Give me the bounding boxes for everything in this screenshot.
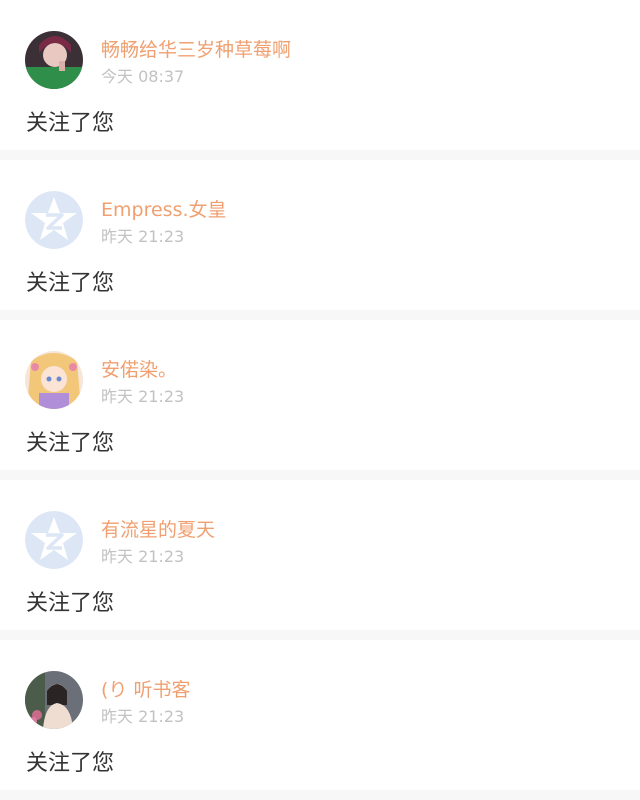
action-text: 关注了您 — [26, 111, 115, 136]
timestamp: 昨天 21:23 — [101, 387, 185, 406]
list-item[interactable]: 畅畅给华三岁种草莓啊 今天 08:37 关注了您 — [0, 0, 640, 150]
list-item[interactable]: (り 听书客 昨天 21:23 关注了您 — [0, 640, 640, 790]
list-item[interactable]: Empress.女皇 昨天 21:23 关注了您 — [0, 160, 640, 310]
list-item[interactable]: 安偌染。 昨天 21:23 关注了您 — [0, 320, 640, 470]
user-name-link[interactable]: 畅畅给华三岁种草莓啊 — [101, 35, 291, 62]
timestamp: 昨天 21:23 — [101, 227, 185, 246]
user-name-link[interactable]: Empress.女皇 — [101, 195, 227, 222]
action-text: 关注了您 — [26, 271, 115, 296]
action-text: 关注了您 — [26, 591, 115, 616]
photo-avatar-icon[interactable] — [25, 671, 83, 729]
anime-avatar-icon[interactable] — [25, 351, 83, 409]
notification-feed: 畅畅给华三岁种草莓啊 今天 08:37 关注了您 Empress.女皇 昨天 2… — [0, 0, 640, 790]
action-text: 关注了您 — [26, 751, 115, 776]
action-text: 关注了您 — [26, 431, 115, 456]
list-item[interactable]: 有流星的夏天 昨天 21:23 关注了您 — [0, 480, 640, 630]
timestamp: 昨天 21:23 — [101, 707, 185, 726]
user-name-link[interactable]: (り 听书客 — [101, 675, 190, 702]
default-avatar-icon[interactable] — [25, 511, 83, 569]
timestamp: 昨天 21:23 — [101, 547, 185, 566]
user-name-link[interactable]: 安偌染。 — [101, 355, 177, 382]
timestamp: 今天 08:37 — [101, 67, 185, 86]
photo-avatar-icon[interactable] — [25, 31, 83, 89]
default-avatar-icon[interactable] — [25, 191, 83, 249]
user-name-link[interactable]: 有流星的夏天 — [101, 515, 215, 542]
